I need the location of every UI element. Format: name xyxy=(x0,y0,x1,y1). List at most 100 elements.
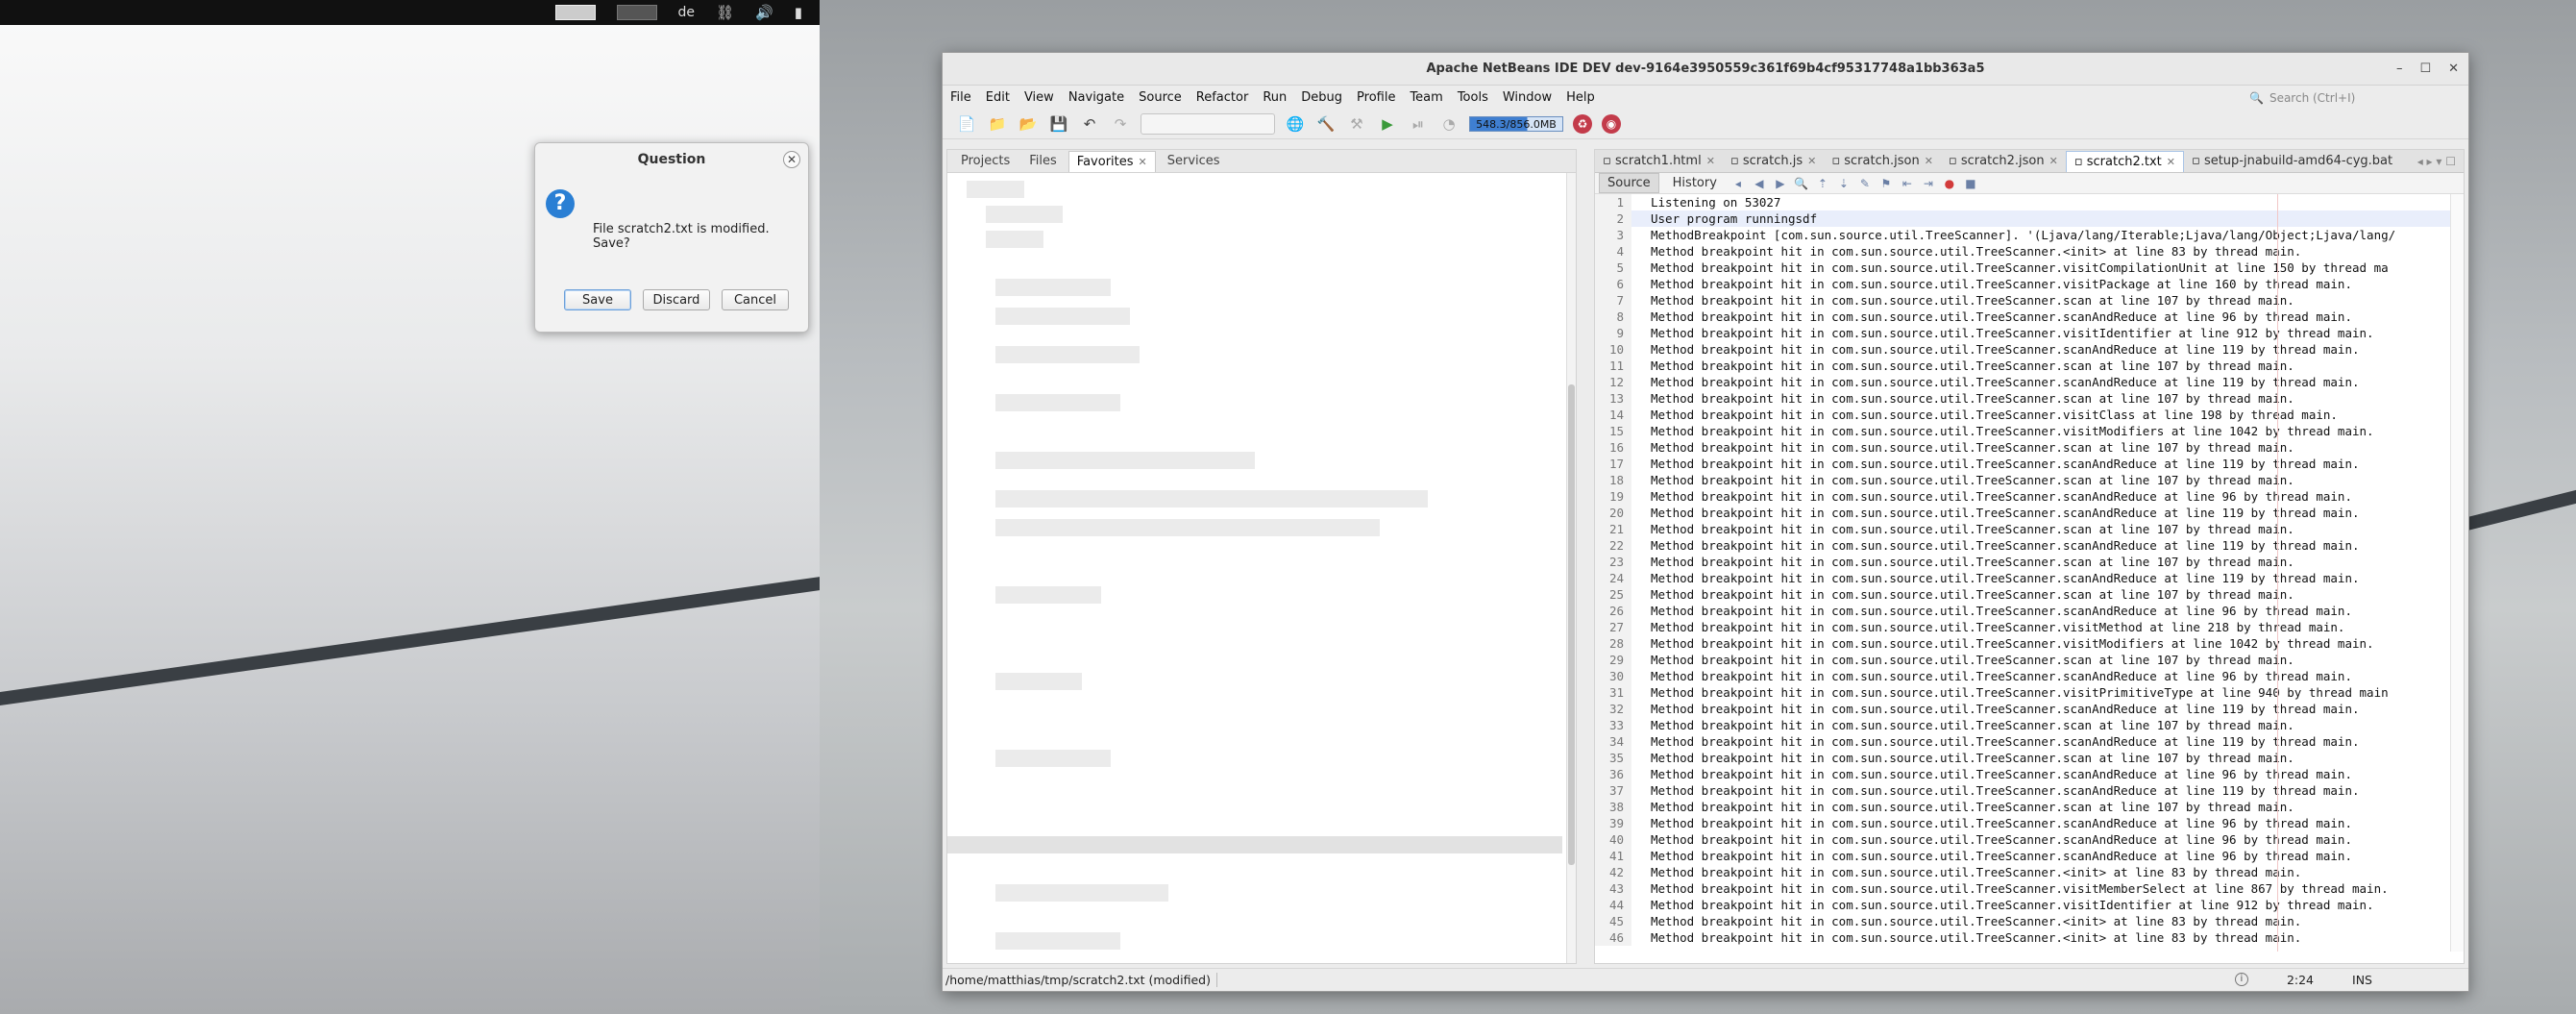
tree-row[interactable] xyxy=(995,673,1082,690)
close-window-icon[interactable]: ✕ xyxy=(2448,53,2459,86)
volume-icon[interactable]: 🔊 xyxy=(755,4,773,21)
menu-run[interactable]: Run xyxy=(1263,90,1287,105)
forward-icon[interactable]: ▶ xyxy=(1773,176,1788,191)
notification-icon[interactable]: i xyxy=(2234,973,2248,986)
memory-indicator[interactable]: 548.3/856.0MB xyxy=(1469,115,1563,132)
code-line[interactable]: 45 Method breakpoint hit in com.sun.sourc… xyxy=(1595,913,2450,929)
search-box[interactable]: 🔍 Search (Ctrl+I) xyxy=(2249,88,2451,108)
cancel-button[interactable]: Cancel xyxy=(722,289,789,310)
stop-macro-icon[interactable]: ■ xyxy=(1963,176,1978,191)
code-line[interactable]: 31 Method breakpoint hit in com.sun.sourc… xyxy=(1595,684,2450,701)
file-tab[interactable]: ▫ scratch.js ✕ xyxy=(1723,151,1824,171)
profiler-icon[interactable]: ◉ xyxy=(1602,113,1621,134)
menu-edit[interactable]: Edit xyxy=(986,90,1010,105)
close-icon[interactable]: ✕ xyxy=(1706,155,1715,167)
code-line[interactable]: 27 Method breakpoint hit in com.sun.sourc… xyxy=(1595,619,2450,635)
panel-scrollbar[interactable] xyxy=(1566,173,1576,963)
shift-left-icon[interactable]: ⇤ xyxy=(1900,176,1915,191)
code-line[interactable]: 8 Method breakpoint hit in com.sun.source… xyxy=(1595,309,2450,325)
code-line[interactable]: 25 Method breakpoint hit in com.sun.sourc… xyxy=(1595,586,2450,603)
discard-button[interactable]: Discard xyxy=(643,289,710,310)
find-prev-icon[interactable]: ⇡ xyxy=(1815,176,1830,191)
tab-history[interactable]: History xyxy=(1665,174,1725,192)
menu-team[interactable]: Team xyxy=(1410,90,1442,105)
code-line[interactable]: 44 Method breakpoint hit in com.sun.sourc… xyxy=(1595,897,2450,913)
code-line[interactable]: 30 Method breakpoint hit in com.sun.sourc… xyxy=(1595,668,2450,684)
close-icon[interactable]: ✕ xyxy=(2167,156,2175,168)
minimize-icon[interactable]: – xyxy=(2396,53,2403,86)
code-area[interactable]: 1 Listening on 53027 2 User program running… xyxy=(1595,194,2450,952)
menu-tools[interactable]: Tools xyxy=(1458,90,1488,105)
profile-icon[interactable]: ◔ xyxy=(1438,113,1460,135)
editor-scrollbar[interactable] xyxy=(2450,194,2464,952)
undo-icon[interactable]: ↶ xyxy=(1079,113,1100,135)
configuration-select[interactable] xyxy=(1141,112,1275,135)
battery-icon[interactable]: ▮ xyxy=(795,4,802,21)
save-all-icon[interactable]: 💾 xyxy=(1048,113,1069,135)
code-line[interactable]: 33 Method breakpoint hit in com.sun.sourc… xyxy=(1595,717,2450,733)
menu-source[interactable]: Source xyxy=(1139,90,1182,105)
tree-row[interactable] xyxy=(995,346,1140,363)
find-next-icon[interactable]: ⇣ xyxy=(1836,176,1852,191)
code-line[interactable]: 29 Method breakpoint hit in com.sun.sourc… xyxy=(1595,652,2450,668)
tree-row[interactable] xyxy=(995,308,1130,325)
code-line[interactable]: 12 Method breakpoint hit in com.sun.sourc… xyxy=(1595,374,2450,390)
tree-row[interactable] xyxy=(995,394,1120,411)
file-tab[interactable]: ▫ scratch1.html ✕ xyxy=(1595,151,1723,171)
tab-favorites[interactable]: Favorites ✕ xyxy=(1067,150,1156,172)
tree-row[interactable] xyxy=(995,279,1111,296)
last-edit-icon[interactable]: ◂ xyxy=(1730,176,1746,191)
code-line[interactable]: 43 Method breakpoint hit in com.sun.sourc… xyxy=(1595,880,2450,897)
code-line[interactable]: 11 Method breakpoint hit in com.sun.sourc… xyxy=(1595,358,2450,374)
code-line[interactable]: 38 Method breakpoint hit in com.sun.sourc… xyxy=(1595,799,2450,815)
menu-refactor[interactable]: Refactor xyxy=(1196,90,1249,105)
file-tab[interactable]: ▫ setup-jnabuild-amd64-cyg.bat xyxy=(2184,151,2400,171)
code-line[interactable]: 20 Method breakpoint hit in com.sun.sourc… xyxy=(1595,505,2450,521)
record-macro-icon[interactable]: ● xyxy=(1942,176,1957,191)
save-button[interactable]: Save xyxy=(564,289,631,310)
code-line[interactable]: 32 Method breakpoint hit in com.sun.sourc… xyxy=(1595,701,2450,717)
close-icon[interactable]: ✕ xyxy=(2049,155,2058,167)
code-line[interactable]: 22 Method breakpoint hit in com.sun.sourc… xyxy=(1595,537,2450,554)
close-icon[interactable]: ✕ xyxy=(1139,156,1147,168)
tab-files[interactable]: Files xyxy=(1021,151,1065,171)
code-line[interactable]: 7 Method breakpoint hit in com.sun.source… xyxy=(1595,292,2450,309)
tree-row-selected[interactable] xyxy=(947,836,1562,853)
code-line[interactable]: 37 Method breakpoint hit in com.sun.sourc… xyxy=(1595,782,2450,799)
build-icon[interactable]: 🔨 xyxy=(1315,113,1337,135)
gc-icon[interactable]: ♻ xyxy=(1573,113,1592,134)
tree-row[interactable] xyxy=(995,519,1380,536)
close-icon[interactable]: ✕ xyxy=(1925,155,1933,167)
clean-build-icon[interactable]: ⚒ xyxy=(1346,113,1367,135)
maximize-icon[interactable]: ☐ xyxy=(2419,53,2431,86)
code-line[interactable]: 13 Method breakpoint hit in com.sun.sourc… xyxy=(1595,390,2450,407)
file-tab[interactable]: ▫ scratch2.json ✕ xyxy=(1941,151,2066,171)
find-icon[interactable]: 🔍 xyxy=(1794,176,1809,191)
debug-icon[interactable]: ⏯ xyxy=(1408,113,1429,135)
menu-navigate[interactable]: Navigate xyxy=(1068,90,1124,105)
network-icon[interactable]: ⛓ xyxy=(716,4,734,21)
run-icon[interactable]: ▶ xyxy=(1377,113,1398,135)
code-line[interactable]: 41 Method breakpoint hit in com.sun.sourc… xyxy=(1595,848,2450,864)
code-line[interactable]: 6 Method breakpoint hit in com.sun.source… xyxy=(1595,276,2450,292)
tree-row[interactable] xyxy=(995,884,1168,902)
redo-icon[interactable]: ↷ xyxy=(1110,113,1131,135)
panel-scroll-thumb[interactable] xyxy=(1568,384,1575,865)
tab-services[interactable]: Services xyxy=(1160,151,1228,171)
menu-debug[interactable]: Debug xyxy=(1301,90,1342,105)
shift-right-icon[interactable]: ⇥ xyxy=(1921,176,1936,191)
workspace-2[interactable] xyxy=(616,5,657,20)
menu-profile[interactable]: Profile xyxy=(1357,90,1395,105)
tree-row[interactable] xyxy=(995,932,1120,950)
close-icon[interactable]: ✕ xyxy=(1807,155,1816,167)
tree-row[interactable] xyxy=(995,490,1428,507)
code-line[interactable]: 21 Method breakpoint hit in com.sun.sourc… xyxy=(1595,521,2450,537)
code-line[interactable]: 34 Method breakpoint hit in com.sun.sourc… xyxy=(1595,733,2450,750)
code-line[interactable]: 28 Method breakpoint hit in com.sun.sourc… xyxy=(1595,635,2450,652)
code-line[interactable]: 17 Method breakpoint hit in com.sun.sourc… xyxy=(1595,456,2450,472)
menu-help[interactable]: Help xyxy=(1566,90,1595,105)
code-line[interactable]: 39 Method breakpoint hit in com.sun.sourc… xyxy=(1595,815,2450,831)
code-line[interactable]: 9 Method breakpoint hit in com.sun.source… xyxy=(1595,325,2450,341)
tab-source[interactable]: Source xyxy=(1599,173,1659,193)
code-line[interactable]: 26 Method breakpoint hit in com.sun.sourc… xyxy=(1595,603,2450,619)
